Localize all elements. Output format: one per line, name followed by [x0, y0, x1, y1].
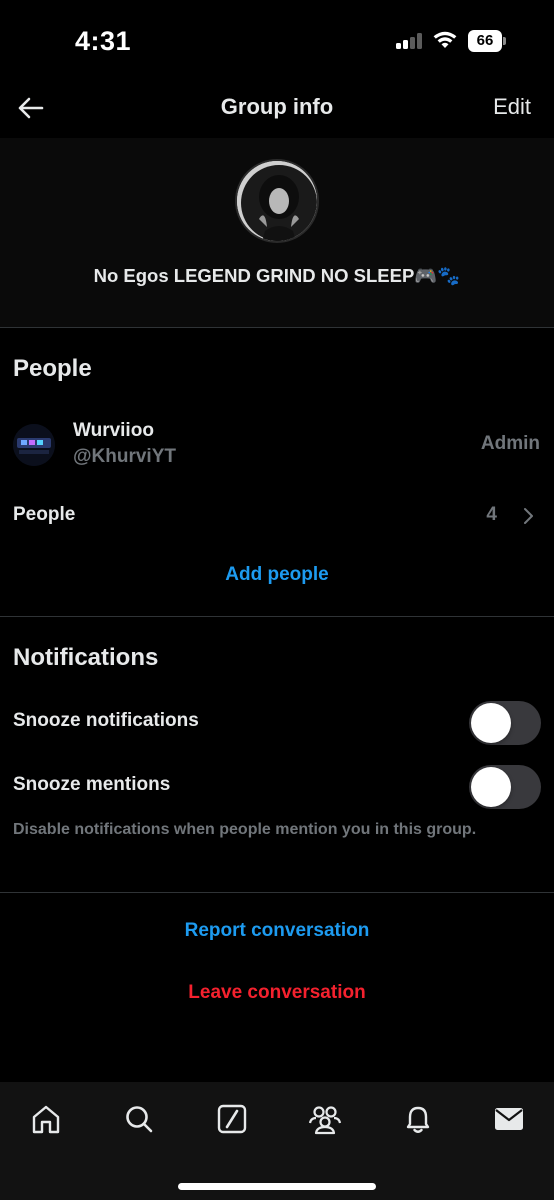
search-icon [126, 1106, 153, 1133]
group-info-block: No Egos LEGEND GRIND NO SLEEP🎮🐾 [0, 138, 554, 327]
divider [0, 327, 554, 328]
member-role-badge: Admin [480, 433, 540, 454]
grok-icon [217, 1104, 247, 1134]
notifications-section-title: Notifications [13, 644, 159, 671]
snooze-mentions-toggle[interactable] [469, 765, 541, 809]
edit-button[interactable]: Edit [493, 94, 531, 120]
add-people-button[interactable]: Add people [0, 564, 554, 586]
group-avatar-image [237, 161, 317, 241]
people-label: People [13, 504, 76, 525]
nav-messages[interactable] [486, 1099, 532, 1139]
member-name: Wurviioo [73, 420, 154, 441]
nav-search[interactable] [116, 1099, 162, 1139]
notifications-icon [406, 1106, 430, 1133]
home-indicator[interactable] [178, 1183, 376, 1190]
status-bar: 4:31 66 [0, 0, 554, 82]
home-icon [32, 1105, 60, 1134]
nav-home[interactable] [23, 1099, 69, 1139]
group-avatar[interactable] [235, 159, 319, 243]
snooze-mentions-label: Snooze mentions [13, 774, 171, 795]
snooze-mentions-row: Snooze mentions [0, 764, 554, 810]
snooze-notifications-row: Snooze notifications [0, 700, 554, 746]
wifi-icon [432, 30, 458, 50]
chevron-right-icon [524, 508, 533, 524]
member-handle: @KhurviYT [73, 446, 176, 467]
nav-communities[interactable] [302, 1099, 348, 1139]
snooze-notifications-toggle[interactable] [469, 701, 541, 745]
snooze-notifications-label: Snooze notifications [13, 710, 199, 731]
status-time: 4:31 [75, 26, 132, 56]
communities-icon [308, 1106, 342, 1135]
leave-conversation-button[interactable]: Leave conversation [0, 982, 554, 1004]
toggle-knob [471, 767, 511, 807]
battery-icon: 66 [468, 30, 506, 52]
divider [0, 616, 554, 617]
report-conversation-button[interactable]: Report conversation [0, 920, 554, 942]
nav-grok[interactable] [209, 1099, 255, 1139]
people-count: 4 [486, 504, 497, 525]
messages-icon [495, 1108, 523, 1130]
snooze-mentions-helper-text: Disable notifications when people mentio… [13, 821, 477, 838]
cellular-signal-icon [396, 33, 426, 49]
battery-level: 66 [468, 30, 502, 52]
page-title: Group info [220, 94, 334, 119]
group-name: No Egos LEGEND GRIND NO SLEEP🎮🐾 [93, 265, 461, 286]
avatar [13, 424, 55, 466]
divider [0, 892, 554, 893]
member-row[interactable]: Wurviioo @KhurviYT Admin [0, 412, 554, 476]
people-section-title: People [13, 355, 92, 382]
header: Group info Edit [0, 82, 554, 138]
nav-notifications[interactable] [395, 1099, 441, 1139]
toggle-knob [471, 703, 511, 743]
people-list-row[interactable]: People 4 [0, 494, 554, 538]
